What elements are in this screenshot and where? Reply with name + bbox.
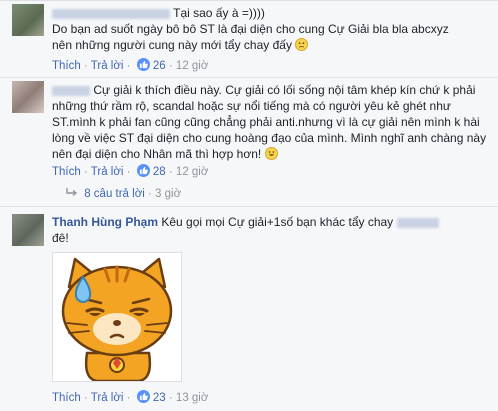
comment-actions: Thích · Trả lời · 23 · 13 giờ (52, 390, 209, 404)
tagged-name-redacted[interactable] (396, 217, 439, 228)
comment-time[interactable]: 13 giờ (176, 392, 208, 404)
comment-time[interactable]: 12 giờ (176, 166, 208, 178)
divider (0, 77, 498, 78)
like-thumb-icon (136, 58, 150, 71)
view-replies[interactable]: 8 câu trả lời · 3 giờ (66, 187, 181, 201)
like-link[interactable]: Thích (52, 60, 81, 72)
divider (0, 206, 498, 207)
author-name-redacted[interactable] (52, 8, 170, 19)
sad-cat-sticker-icon (61, 257, 173, 383)
reply-link[interactable]: Trả lời (91, 166, 124, 178)
like-count[interactable]: 23 (153, 392, 166, 404)
reply-link[interactable]: Trả lời (91, 60, 124, 72)
author-name[interactable]: Thanh Hùng Phạm (52, 215, 158, 229)
comment-actions: Thích · Trả lời · 28 · 12 giờ (52, 164, 209, 178)
comments-panel: Tại sao ấy à =)))) Do bạn ad suốt ngày b… (0, 0, 498, 411)
author-name-redacted[interactable] (52, 85, 90, 96)
reply-arrow-icon (66, 188, 78, 197)
comment-body-end: đê! (52, 231, 69, 245)
grinning-face-icon (264, 147, 278, 160)
like-thumb-icon (136, 390, 150, 403)
comment-body: Do bạn ad suốt ngày bô bô ST là đại diện… (52, 22, 449, 52)
replies-time: 3 giờ (155, 188, 182, 200)
divider (0, 0, 498, 1)
cat-sticker[interactable] (52, 252, 182, 383)
like-count[interactable]: 26 (153, 60, 166, 72)
avatar[interactable] (12, 214, 44, 246)
like-count[interactable]: 28 (153, 166, 166, 178)
comment-actions: Thích · Trả lời · 26 · 12 giờ (52, 58, 209, 72)
replies-count-link[interactable]: 8 câu trả lời (84, 188, 145, 200)
like-thumb-icon (136, 164, 150, 177)
comment-time[interactable]: 12 giờ (176, 60, 208, 72)
reply-link[interactable]: Trả lời (91, 392, 124, 404)
avatar[interactable] (12, 4, 44, 36)
like-link[interactable]: Thích (52, 166, 81, 178)
avatar[interactable] (12, 81, 44, 113)
like-link[interactable]: Thích (52, 392, 81, 404)
comment-first-line: Tại sao ấy à =)))) (173, 6, 265, 20)
disappointed-face-icon (295, 38, 309, 51)
comment-body-start: Kêu gọi mọi Cự giải+1số bạn khác tẩy cha… (161, 215, 394, 229)
